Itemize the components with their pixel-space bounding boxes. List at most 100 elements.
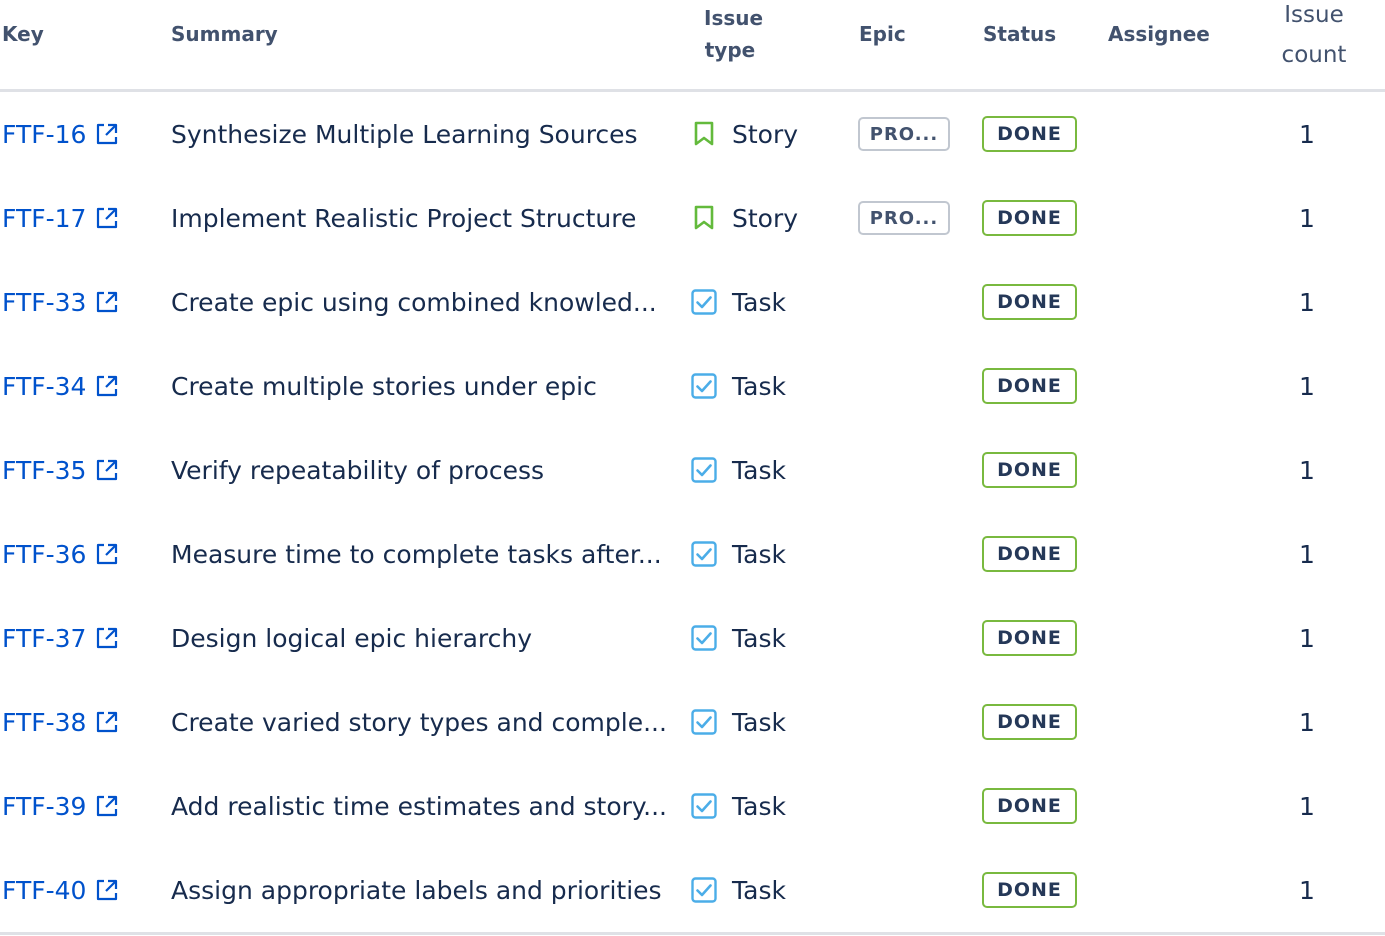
issue-type-label: Task [732,287,786,317]
epic-badge[interactable]: PRO... [858,201,950,235]
issue-key-link[interactable]: FTF-33 [2,260,120,344]
issue-key-link[interactable]: FTF-36 [2,512,120,596]
table-row-ftf-33: FTF-33 Create epic using combined knowle… [0,260,1385,344]
issue-type-cell: Task [690,260,786,344]
external-link-icon[interactable] [94,709,120,735]
issues-table: Key Summary Issue type Epic Status Assig… [0,0,1385,932]
epic-cell: PRO... [858,92,950,176]
table-row-ftf-38: FTF-38 Create varied story types and com… [0,680,1385,764]
issue-type-cell: Task [690,428,786,512]
issue-count: 1 [1299,791,1315,821]
issue-type-label: Task [732,455,786,485]
issue-count: 1 [1299,371,1315,401]
status-badge: DONE [982,872,1077,908]
table-row-ftf-34: FTF-34 Create multiple stories under epi… [0,344,1385,428]
column-header-summary[interactable]: Summary [171,18,278,50]
status-badge: DONE [982,452,1077,488]
bookmark-icon [690,120,718,148]
column-header-issue-count[interactable]: Issue count [1276,0,1352,75]
column-header-issue-type-line1: Issue [704,6,764,30]
column-header-issue-type[interactable]: Issue type [704,2,764,66]
issue-type-cell: Task [690,848,786,932]
external-link-icon[interactable] [94,877,120,903]
issue-type-label: Task [732,371,786,401]
status-cell: DONE [982,428,1077,512]
external-link-icon[interactable] [94,121,120,147]
issue-key-text[interactable]: FTF-34 [2,372,86,401]
column-header-key[interactable]: Key [2,18,44,50]
status-cell: DONE [982,764,1077,848]
status-badge: DONE [982,704,1077,740]
status-cell: DONE [982,344,1077,428]
issue-type-cell: Task [690,764,786,848]
status-cell: DONE [982,680,1077,764]
issue-type-cell: Task [690,512,786,596]
issue-summary[interactable]: Assign appropriate labels and priorities [171,848,662,932]
issue-summary[interactable]: Create multiple stories under epic [171,344,597,428]
issue-key-link[interactable]: FTF-40 [2,848,120,932]
issue-summary[interactable]: Implement Realistic Project Structure [171,176,636,260]
checkbox-icon [690,372,718,400]
issue-key-text[interactable]: FTF-16 [2,120,86,149]
column-header-status[interactable]: Status [983,18,1056,50]
status-cell: DONE [982,848,1077,932]
status-badge: DONE [982,116,1077,152]
column-header-assignee[interactable]: Assignee [1108,18,1210,50]
checkbox-icon [690,456,718,484]
external-link-icon[interactable] [94,373,120,399]
epic-cell: PRO... [858,176,950,260]
checkbox-icon [690,792,718,820]
checkbox-icon [690,540,718,568]
checkbox-icon [690,876,718,904]
external-link-icon[interactable] [94,793,120,819]
status-badge: DONE [982,788,1077,824]
issue-key-text[interactable]: FTF-39 [2,792,86,821]
table-row-ftf-17: FTF-17 Implement Realistic Project Struc… [0,176,1385,260]
issue-key-text[interactable]: FTF-35 [2,456,86,485]
issue-key-text[interactable]: FTF-17 [2,204,86,233]
issue-summary[interactable]: Verify repeatability of process [171,428,544,512]
issue-key-link[interactable]: FTF-34 [2,344,120,428]
table-row-ftf-35: FTF-35 Verify repeatability of process T… [0,428,1385,512]
issue-key-text[interactable]: FTF-37 [2,624,86,653]
issue-key-link[interactable]: FTF-37 [2,596,120,680]
external-link-icon[interactable] [94,205,120,231]
epic-badge[interactable]: PRO... [858,117,950,151]
status-badge: DONE [982,284,1077,320]
issue-type-label: Story [732,203,799,233]
issue-summary[interactable]: Measure time to complete tasks after... [171,512,662,596]
issue-type-label: Task [732,623,786,653]
issue-summary[interactable]: Create epic using combined knowled... [171,260,657,344]
status-cell: DONE [982,596,1077,680]
issue-key-link[interactable]: FTF-35 [2,428,120,512]
status-badge: DONE [982,368,1077,404]
issue-summary[interactable]: Synthesize Multiple Learning Sources [171,92,638,176]
checkbox-icon [690,624,718,652]
issue-summary[interactable]: Design logical epic hierarchy [171,596,532,680]
issue-key-text[interactable]: FTF-36 [2,540,86,569]
issue-type-cell: Task [690,596,786,680]
issue-summary[interactable]: Create varied story types and comple... [171,680,667,764]
external-link-icon[interactable] [94,457,120,483]
external-link-icon[interactable] [94,289,120,315]
issue-key-text[interactable]: FTF-33 [2,288,86,317]
issue-key-link[interactable]: FTF-16 [2,92,120,176]
table-row-ftf-40: FTF-40 Assign appropriate labels and pri… [0,848,1385,932]
column-header-issue-type-line2: type [704,38,756,62]
issue-key-text[interactable]: FTF-40 [2,876,86,905]
checkbox-icon [690,288,718,316]
issue-summary[interactable]: Add realistic time estimates and story..… [171,764,667,848]
issue-key-link[interactable]: FTF-38 [2,680,120,764]
column-header-epic[interactable]: Epic [859,18,906,50]
table-header: Key Summary Issue type Epic Status Assig… [0,0,1385,92]
external-link-icon[interactable] [94,625,120,651]
status-cell: DONE [982,176,1077,260]
issue-type-label: Task [732,707,786,737]
issue-count: 1 [1299,203,1315,233]
issue-key-link[interactable]: FTF-39 [2,764,120,848]
issue-key-text[interactable]: FTF-38 [2,708,86,737]
issue-key-link[interactable]: FTF-17 [2,176,120,260]
table-row-ftf-37: FTF-37 Design logical epic hierarchy Tas… [0,596,1385,680]
table-row-ftf-16: FTF-16 Synthesize Multiple Learning Sour… [0,92,1385,176]
external-link-icon[interactable] [94,541,120,567]
